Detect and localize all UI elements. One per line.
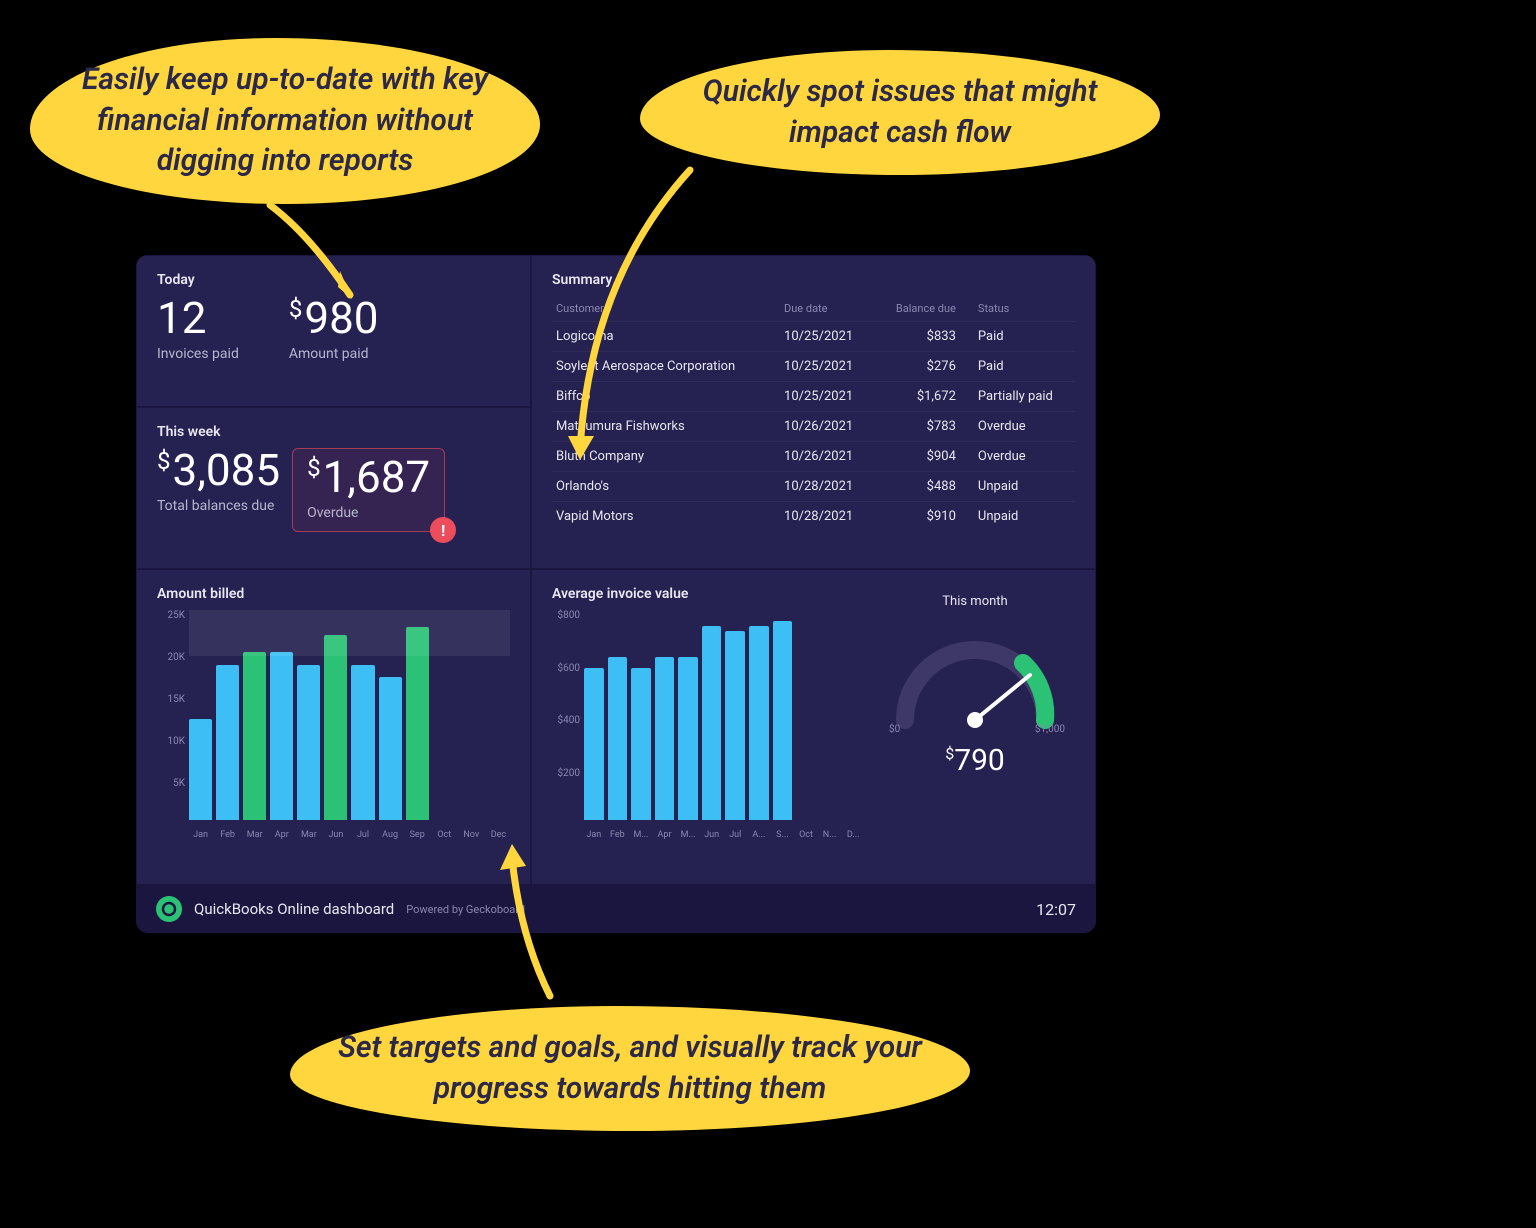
gauge: $0 $1,000 [885, 625, 1065, 735]
cell-due: 10/26/2021 [780, 412, 874, 442]
callout-cash-flow: Quickly spot issues that might impact ca… [640, 50, 1160, 175]
overdue-value: $1,687 [307, 455, 430, 499]
invoices-paid-value: 12 [157, 296, 239, 340]
bar [270, 652, 293, 820]
alert-icon: ! [430, 517, 456, 543]
billed-chart: 25K20K15K10K5K JanFebMarAprMarJunJulAugS… [157, 610, 510, 840]
cell-balance: $276 [874, 352, 974, 382]
gauge-section: This month $0 $1,000 $790 [875, 586, 1075, 868]
gauge-value-number: 790 [954, 743, 1005, 778]
balances-due-label: Total balances due [157, 498, 280, 514]
metric-overdue: $1,687 Overdue ! [292, 448, 445, 532]
arrow-to-summary [550, 160, 710, 480]
cell-status: Paid [974, 322, 1075, 352]
cell-status: Unpaid [974, 472, 1075, 502]
cell-balance: $904 [874, 442, 974, 472]
metric-invoices-paid: 12 Invoices paid [157, 296, 239, 362]
bar [406, 627, 429, 820]
col-due-date: Due date [780, 296, 874, 322]
avg-bars [552, 610, 863, 820]
cell-due: 10/28/2021 [780, 502, 874, 532]
bar [749, 626, 769, 820]
cell-due: 10/25/2021 [780, 322, 874, 352]
bar [678, 657, 698, 820]
bar [631, 668, 651, 820]
cell-status: Unpaid [974, 502, 1075, 532]
cell-status: Partially paid [974, 382, 1075, 412]
callout-financial-info: Easily keep up-to-date with key financia… [30, 38, 540, 204]
gauge-min: $0 [889, 724, 900, 735]
billed-title: Amount billed [157, 586, 510, 602]
cell-balance: $910 [874, 502, 974, 532]
cell-status: Paid [974, 352, 1075, 382]
panel-this-week: This week $3,085 Total balances due $1,6… [136, 407, 531, 569]
dashboard-footer: QuickBooks Online dashboard Powered by G… [136, 885, 1096, 933]
gauge-value: $790 [875, 743, 1075, 778]
panel-avg-invoice: Average invoice value $800$600$400$200 J… [531, 569, 1096, 885]
bar [725, 631, 745, 820]
cell-balance: $488 [874, 472, 974, 502]
arrow-to-today [250, 195, 390, 335]
invoices-paid-label: Invoices paid [157, 346, 239, 362]
footer-title: QuickBooks Online dashboard [194, 900, 394, 918]
avginvoice-title: Average invoice value [552, 586, 863, 602]
cell-due: 10/26/2021 [780, 442, 874, 472]
bar [773, 621, 793, 821]
overdue-number: 1,687 [323, 451, 431, 503]
col-status: Status [974, 296, 1075, 322]
avginvoice-chart: $800$600$400$200 JanFebM...AprM...JunJul… [552, 610, 863, 840]
bar [379, 677, 402, 820]
cell-customer: Vapid Motors [552, 502, 780, 532]
footer-clock: 12:07 [1036, 900, 1076, 919]
bar [655, 657, 675, 820]
billed-x-labels: JanFebMarAprMarJunJulAugSepOctNovDec [157, 830, 510, 840]
balances-due-number: 3,085 [173, 444, 281, 496]
bar [702, 626, 722, 820]
amount-paid-label: Amount paid [289, 346, 379, 362]
balances-due-value: $3,085 [157, 448, 280, 492]
bar [608, 657, 628, 820]
bar [351, 665, 374, 820]
col-balance-due: Balance due [874, 296, 974, 322]
callout-targets: Set targets and goals, and visually trac… [290, 1006, 970, 1131]
cell-due: 10/25/2021 [780, 382, 874, 412]
cell-balance: $783 [874, 412, 974, 442]
billed-goal-band [189, 610, 510, 656]
cell-status: Overdue [974, 412, 1075, 442]
panel-amount-billed: Amount billed 25K20K15K10K5K JanFebMarAp… [136, 569, 531, 885]
cell-balance: $833 [874, 322, 974, 352]
bar [584, 668, 604, 820]
table-row: Vapid Motors10/28/2021$910Unpaid [552, 502, 1075, 532]
cell-status: Overdue [974, 442, 1075, 472]
bar [324, 635, 347, 820]
cell-due: 10/25/2021 [780, 352, 874, 382]
bar [189, 719, 212, 820]
gauge-max: $1,000 [1035, 724, 1065, 735]
billed-bars [157, 610, 510, 820]
cell-balance: $1,672 [874, 382, 974, 412]
bar [216, 665, 239, 820]
bar [297, 665, 320, 820]
cell-due: 10/28/2021 [780, 472, 874, 502]
overdue-label: Overdue [307, 505, 430, 521]
bar [243, 652, 266, 820]
gauge-title: This month [875, 594, 1075, 609]
thisweek-title: This week [157, 424, 510, 440]
metric-balances-due: $3,085 Total balances due [157, 448, 280, 514]
quickbooks-logo-icon [156, 896, 182, 922]
arrow-to-charts [490, 836, 610, 1006]
